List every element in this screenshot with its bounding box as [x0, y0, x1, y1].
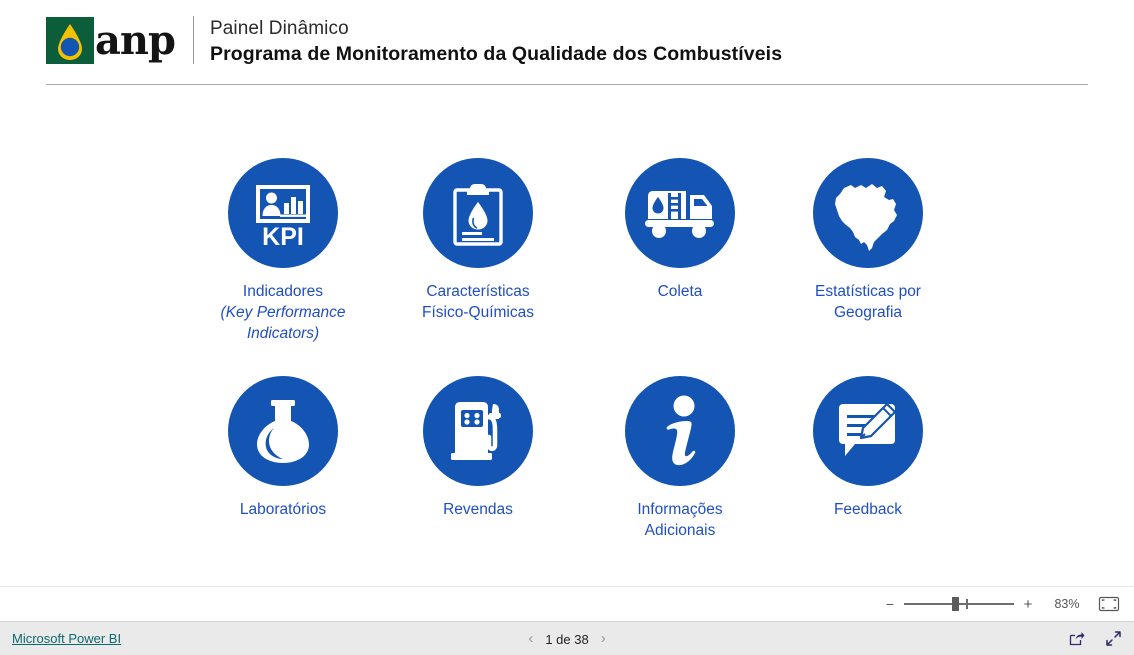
tile-label-line3: Indicators) — [246, 325, 320, 342]
page-title: Programa de Monitoramento da Qualidade d… — [209, 43, 783, 65]
report-subtitle: Painel Dinâmico — [209, 18, 349, 39]
tile-label-line1: Estatísticas por — [815, 283, 921, 300]
tile-label-caracteristicas: Características Físico-Químicas — [363, 281, 593, 323]
tile-label-estatisticas: Estatísticas por Geografia — [753, 281, 983, 323]
report-header: anp Painel Dinâmico Programa de Monitora… — [0, 0, 1134, 90]
zoom-level-label: 83% — [1054, 597, 1080, 611]
svg-text:KPI: KPI — [262, 223, 304, 250]
tile-label-line1: Coleta — [657, 283, 703, 300]
tanker-truck-icon — [625, 158, 735, 268]
info-icon — [625, 376, 735, 486]
tile-label-line2: Adicionais — [644, 522, 716, 539]
tile-label-feedback: Feedback — [753, 499, 983, 520]
previous-page-button[interactable]: ‹ — [516, 630, 545, 648]
tile-label-line2: Geografia — [833, 304, 903, 321]
zoom-in-button[interactable]: + — [1020, 596, 1036, 613]
clipboard-droplet-icon — [423, 158, 533, 268]
feedback-icon — [813, 376, 923, 486]
anp-wordmark: anp — [95, 17, 176, 64]
next-page-button[interactable]: › — [589, 630, 618, 648]
zoom-slider-track — [904, 603, 1014, 605]
power-bi-report-page: anp Painel Dinâmico Programa de Monitora… — [0, 0, 1134, 655]
page-navigator: ‹ 1 de 38 › — [516, 630, 617, 648]
zoom-slider[interactable] — [904, 597, 1014, 611]
tile-label-line1: Indicadores — [242, 283, 324, 300]
zoom-out-button[interactable]: − — [882, 596, 898, 612]
zoom-toolbar: − + 83% — [0, 586, 1134, 621]
tile-revendas[interactable]: Revendas — [363, 376, 593, 520]
anp-logo: anp — [46, 14, 176, 66]
tile-label-line2: Físico-Químicas — [422, 304, 534, 321]
tile-label-line1: Revendas — [443, 501, 513, 518]
fullscreen-icon[interactable] — [1105, 630, 1122, 652]
tile-label-revendas: Revendas — [363, 499, 593, 520]
bottom-bar-actions — [1068, 630, 1122, 652]
header-horizontal-rule — [46, 84, 1088, 85]
anp-droplet-icon — [46, 16, 94, 64]
tile-label-line1: Feedback — [833, 501, 903, 518]
tile-label-line2: (Key Performance — [220, 304, 346, 321]
page-indicator: 1 de 38 — [545, 631, 589, 647]
brazil-map-icon — [813, 158, 923, 268]
kpi-icon: KPI — [228, 158, 338, 268]
tile-feedback[interactable]: Feedback — [753, 376, 983, 520]
tile-label-line1: Informações — [637, 501, 723, 518]
flask-icon — [228, 376, 338, 486]
fuel-pump-icon — [423, 376, 533, 486]
navigation-tile-grid: KPI Indicadores (Key Performance Indicat… — [0, 120, 1134, 580]
tile-caracteristicas[interactable]: Características Físico-Químicas — [363, 158, 593, 323]
header-divider — [192, 16, 194, 64]
share-icon[interactable] — [1068, 630, 1085, 652]
fit-to-page-icon[interactable] — [1098, 596, 1120, 612]
power-bi-brand-link[interactable]: Microsoft Power BI — [12, 631, 121, 646]
zoom-slider-tick — [966, 599, 968, 609]
tile-label-line1: Laboratórios — [239, 501, 327, 518]
tile-label-line1: Características — [426, 283, 530, 300]
zoom-slider-thumb[interactable] — [952, 597, 959, 611]
power-bi-bottom-bar: Microsoft Power BI ‹ 1 de 38 › — [0, 621, 1134, 655]
tile-estatisticas[interactable]: Estatísticas por Geografia — [753, 158, 983, 323]
